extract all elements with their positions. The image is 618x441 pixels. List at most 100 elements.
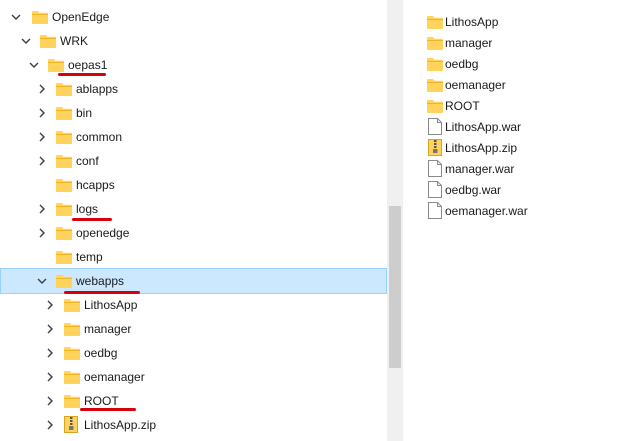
chevron-right-icon[interactable] <box>36 83 48 95</box>
list-item-lithosapp-zip[interactable]: LithosApp.zip <box>403 137 618 158</box>
folder-icon <box>64 395 80 408</box>
red-underline-annotation <box>80 408 136 411</box>
tree-item-label: oemanager <box>84 370 145 384</box>
tree-item-label: common <box>76 130 123 144</box>
chevron-down-icon[interactable] <box>10 11 22 23</box>
folder-icon <box>56 227 72 240</box>
chevron-right-icon[interactable] <box>36 203 48 215</box>
list-item-label: oemanager <box>445 78 506 92</box>
chevron-right-icon[interactable] <box>44 347 56 359</box>
chevron-right-icon[interactable] <box>44 323 56 335</box>
tree-item-oemanager[interactable]: oemanager <box>0 365 387 389</box>
list-item-label: manager <box>445 36 493 50</box>
list-item-label: LithosApp.war <box>445 120 522 134</box>
tree-item-bin[interactable]: bin <box>0 101 387 125</box>
chevron-right-icon[interactable] <box>36 155 48 167</box>
file-list: LithosApp manager oedbg oemanager ROOT L… <box>403 0 618 441</box>
tree-item-lithosapp-zip[interactable]: LithosApp.zip <box>0 413 387 437</box>
list-item-lithosapp-war[interactable]: LithosApp.war <box>403 116 618 137</box>
tree-item-label: hcapps <box>76 178 115 192</box>
tree-item-label: LithosApp <box>84 298 138 312</box>
chevron-right-icon[interactable] <box>36 227 48 239</box>
list-item-lithosapp[interactable]: LithosApp <box>403 11 618 32</box>
list-item-label: LithosApp <box>445 15 499 29</box>
tree-item-label: LithosApp.zip <box>84 418 157 432</box>
tree-item-conf[interactable]: conf <box>0 149 387 173</box>
tree-item-temp[interactable]: temp <box>0 245 387 269</box>
list-item-manager-war[interactable]: manager.war <box>403 158 618 179</box>
list-item-oedbg-war[interactable]: oedbg.war <box>403 179 618 200</box>
list-item-root[interactable]: ROOT <box>403 95 618 116</box>
tree-item-label: OpenEdge <box>52 10 110 24</box>
list-item-label: oedbg.war <box>445 183 502 197</box>
list-item-label: oemanager.war <box>445 204 528 218</box>
tree-item-label: bin <box>76 106 93 120</box>
folder-icon <box>56 203 72 216</box>
file-icon <box>428 181 442 198</box>
tree-item-ablapps[interactable]: ablapps <box>0 77 387 101</box>
tree-item-label: logs <box>76 202 99 216</box>
tree-item-oedbg[interactable]: oedbg <box>0 341 387 365</box>
scrollbar-thumb[interactable] <box>389 206 401 368</box>
tree-scrollbar[interactable] <box>387 0 403 441</box>
file-icon <box>428 160 442 177</box>
folder-icon <box>56 107 72 120</box>
folder-icon <box>56 251 72 264</box>
tree-item-openedge[interactable]: OpenEdge <box>0 5 387 29</box>
tree-item-hcapps[interactable]: hcapps <box>0 173 387 197</box>
tree-item-openedge-sub[interactable]: openedge <box>0 221 387 245</box>
tree-item-label: openedge <box>76 226 130 240</box>
chevron-down-icon[interactable] <box>36 275 48 287</box>
folder-icon <box>427 16 443 29</box>
chevron-right-icon[interactable] <box>44 371 56 383</box>
chevron-right-icon[interactable] <box>44 419 56 431</box>
tree-item-label: ablapps <box>76 82 119 96</box>
folder-icon <box>48 59 64 72</box>
tree-item-label: ROOT <box>84 394 119 408</box>
list-item-oedbg[interactable]: oedbg <box>403 53 618 74</box>
folder-icon <box>56 155 72 168</box>
tree-item-wrk[interactable]: WRK <box>0 29 387 53</box>
tree-item-root[interactable]: ROOT <box>0 389 387 413</box>
folder-icon <box>56 131 72 144</box>
tree-item-manager[interactable]: manager <box>0 317 387 341</box>
folder-icon <box>64 371 80 384</box>
folder-icon <box>427 58 443 71</box>
tree-item-label: webapps <box>76 274 125 288</box>
folder-icon <box>427 37 443 50</box>
chevron-right-icon[interactable] <box>36 107 48 119</box>
list-item-oemanager[interactable]: oemanager <box>403 74 618 95</box>
list-item-manager[interactable]: manager <box>403 32 618 53</box>
chevron-down-icon[interactable] <box>20 35 32 47</box>
red-underline-annotation <box>58 73 106 76</box>
list-item-label: ROOT <box>445 99 480 113</box>
list-item-label: manager.war <box>445 162 515 176</box>
zip-folder-icon <box>64 416 78 433</box>
chevron-right-icon[interactable] <box>44 395 56 407</box>
tree-item-common[interactable]: common <box>0 125 387 149</box>
tree-item-webapps[interactable]: webapps <box>0 268 387 294</box>
tree-item-label: manager <box>84 322 132 336</box>
folder-icon <box>427 79 443 92</box>
tree-item-lithosapp[interactable]: LithosApp <box>0 293 387 317</box>
list-item-oemanager-war[interactable]: oemanager.war <box>403 200 618 221</box>
tree-item-label: oepas1 <box>68 58 108 72</box>
list-item-label: oedbg <box>445 57 479 71</box>
folder-icon <box>427 100 443 113</box>
navigation-tree: OpenEdge WRK oepas1 ablapps bin common c… <box>0 0 387 441</box>
folder-icon <box>56 275 72 288</box>
list-item-label: LithosApp.zip <box>445 141 518 155</box>
folder-icon <box>56 83 72 96</box>
tree-item-oepas1[interactable]: oepas1 <box>0 53 387 77</box>
chevron-right-icon[interactable] <box>44 299 56 311</box>
chevron-right-icon[interactable] <box>36 131 48 143</box>
folder-icon <box>64 299 80 312</box>
tree-item-label: WRK <box>60 34 88 48</box>
folder-icon <box>32 11 48 24</box>
tree-item-label: temp <box>76 250 103 264</box>
chevron-down-icon[interactable] <box>28 59 40 71</box>
folder-icon <box>64 323 80 336</box>
tree-item-logs[interactable]: logs <box>0 197 387 221</box>
folder-icon <box>40 35 56 48</box>
tree-item-label: conf <box>76 154 99 168</box>
